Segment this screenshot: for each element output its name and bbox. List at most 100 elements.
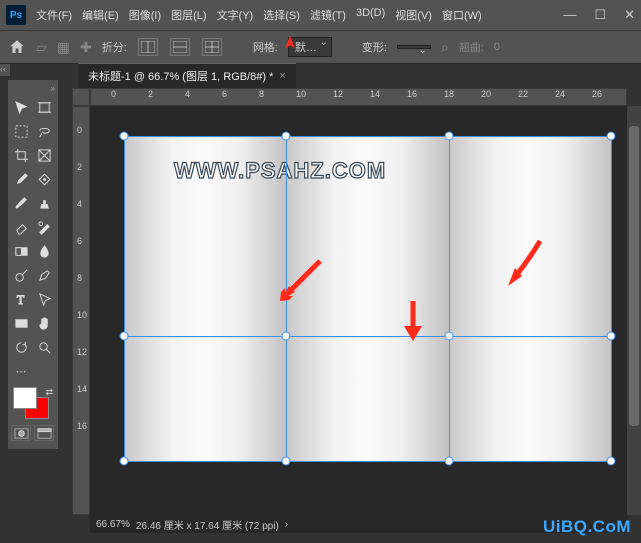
blur-tool[interactable] <box>34 241 54 261</box>
rotate-view-tool[interactable] <box>11 337 31 357</box>
transform-edge-top[interactable] <box>124 136 612 137</box>
split-cross-button[interactable] <box>202 38 222 56</box>
screenmode-button[interactable] <box>34 425 54 441</box>
foreground-color-swatch[interactable] <box>13 387 37 409</box>
menu-type[interactable]: 文字(Y) <box>217 7 254 23</box>
edit-toolbar[interactable]: ⋯ <box>11 361 31 381</box>
menu-3d[interactable]: 3D(D) <box>356 7 385 23</box>
transform-handle[interactable] <box>607 132 616 141</box>
transform-edge-right[interactable] <box>611 136 612 462</box>
eyedropper-tool[interactable] <box>11 169 31 189</box>
document-area: 未标题-1 @ 66.7% (图层 1, RGB/8#) * × 0246810… <box>72 64 641 543</box>
zoom-tool[interactable] <box>34 337 54 357</box>
transform-edge-left[interactable] <box>124 136 125 462</box>
warp-mesh-icon[interactable]: ▱ <box>36 39 47 56</box>
home-icon[interactable] <box>8 38 26 56</box>
menu-filter[interactable]: 滤镜(T) <box>310 7 346 23</box>
type-tool[interactable]: T <box>11 289 31 309</box>
ruler-tick: 6 <box>222 89 227 99</box>
menu-select[interactable]: 选择(S) <box>263 7 300 23</box>
split-vert-button[interactable] <box>138 38 158 56</box>
swap-colors-icon[interactable]: ⇄ <box>45 387 53 398</box>
menu-edit[interactable]: 编辑(E) <box>82 7 119 23</box>
scrollbar-thumb[interactable] <box>629 126 639 426</box>
document-tab-title: 未标题-1 @ 66.7% (图层 1, RGB/8#) * <box>88 68 273 84</box>
options-bar: ▱ ▦ ✚ 折分: 网格: 默… 变形: ⌕ 翘曲: 0 <box>0 30 641 64</box>
warp-cross-icon[interactable]: ✚ <box>80 39 92 56</box>
close-button[interactable]: ✕ <box>624 7 635 23</box>
transform-handle[interactable] <box>607 332 616 341</box>
document-tab-bar: 未标题-1 @ 66.7% (图层 1, RGB/8#) * × <box>72 64 641 88</box>
ruler-tick: 6 <box>77 236 82 246</box>
ruler-tick: 14 <box>77 384 87 394</box>
transform-handle[interactable] <box>282 457 291 466</box>
transform-handle[interactable] <box>445 332 454 341</box>
split-horiz-button[interactable] <box>170 38 190 56</box>
ruler-tick: 24 <box>555 89 565 99</box>
ruler-tick: 2 <box>148 89 153 99</box>
transform-handle[interactable] <box>120 332 129 341</box>
canvas-viewport[interactable]: WWW.PSAHZ.COM <box>90 106 627 515</box>
ruler-tick: 16 <box>407 89 417 99</box>
status-zoom[interactable]: 66.67% <box>96 519 130 530</box>
transform-handle[interactable] <box>445 132 454 141</box>
crop-tool[interactable] <box>11 145 31 165</box>
marquee-tool[interactable] <box>11 121 31 141</box>
transform-handle[interactable] <box>120 457 129 466</box>
transform-split-v2[interactable] <box>449 136 450 462</box>
transform-edge-bottom[interactable] <box>124 461 612 462</box>
ruler-tick: 18 <box>444 89 454 99</box>
warp-split-icon[interactable]: ▦ <box>57 39 70 56</box>
minimize-button[interactable]: — <box>563 7 576 23</box>
path-select-tool[interactable] <box>34 289 54 309</box>
document-tab[interactable]: 未标题-1 @ 66.7% (图层 1, RGB/8#) * × <box>78 63 296 88</box>
maximize-button[interactable]: ☐ <box>594 7 606 23</box>
dodge-tool[interactable] <box>11 265 31 285</box>
move-tool[interactable] <box>11 97 31 117</box>
lasso-tool[interactable] <box>34 121 54 141</box>
transform-handle[interactable] <box>607 457 616 466</box>
ps-logo: Ps <box>6 5 26 25</box>
color-swatches[interactable]: ⇄ <box>11 387 55 421</box>
menu-bar: 文件(F) 编辑(E) 图像(I) 图层(L) 文字(Y) 选择(S) 滤镜(T… <box>36 7 563 23</box>
transform-handle[interactable] <box>282 132 291 141</box>
eraser-tool[interactable] <box>11 217 31 237</box>
search-icon[interactable]: ⌕ <box>441 39 449 56</box>
transform-dropdown[interactable] <box>397 45 431 49</box>
transform-handle[interactable] <box>445 457 454 466</box>
rectangle-tool[interactable] <box>11 313 31 333</box>
menu-file[interactable]: 文件(F) <box>36 7 72 23</box>
artboard-tool[interactable] <box>34 97 54 117</box>
curve-label: 翘曲: <box>459 39 484 55</box>
annotation-arrow-2 <box>398 296 428 346</box>
quickmask-button[interactable] <box>11 425 31 441</box>
ruler-origin[interactable] <box>72 88 90 106</box>
canvas[interactable]: WWW.PSAHZ.COM <box>124 136 612 462</box>
close-tab-icon[interactable]: × <box>279 70 285 82</box>
vertical-ruler[interactable]: 0246810121416 <box>72 106 90 515</box>
brush-tool[interactable] <box>11 193 31 213</box>
vertical-scrollbar[interactable] <box>627 106 641 515</box>
status-chevron-icon[interactable]: › <box>285 519 288 530</box>
ruler-tick: 0 <box>111 89 116 99</box>
menu-layer[interactable]: 图层(L) <box>171 7 206 23</box>
gradient-tool[interactable] <box>11 241 31 261</box>
pen-tool[interactable] <box>34 265 54 285</box>
history-brush-tool[interactable] <box>34 217 54 237</box>
patch-tool[interactable] <box>34 169 54 189</box>
tools-collapse-icon[interactable]: » <box>11 84 55 93</box>
menu-view[interactable]: 视图(V) <box>395 7 432 23</box>
hand-tool[interactable] <box>34 313 54 333</box>
frame-tool[interactable] <box>34 145 54 165</box>
curve-value: 0 <box>494 41 500 53</box>
transform-handle[interactable] <box>120 132 129 141</box>
clone-stamp-tool[interactable] <box>34 193 54 213</box>
status-doc-info[interactable]: 26.46 厘米 x 17.64 厘米 (72 ppi) <box>136 517 279 532</box>
horizontal-ruler[interactable]: 02468101214161820222426 <box>90 88 627 106</box>
panel-collapse-strip[interactable]: ‹‹ <box>0 64 10 76</box>
transform-handle[interactable] <box>282 332 291 341</box>
ruler-tick: 16 <box>77 421 87 431</box>
transform-split-h[interactable] <box>124 336 612 337</box>
menu-image[interactable]: 图像(I) <box>129 7 161 23</box>
menu-window[interactable]: 窗口(W) <box>442 7 482 23</box>
